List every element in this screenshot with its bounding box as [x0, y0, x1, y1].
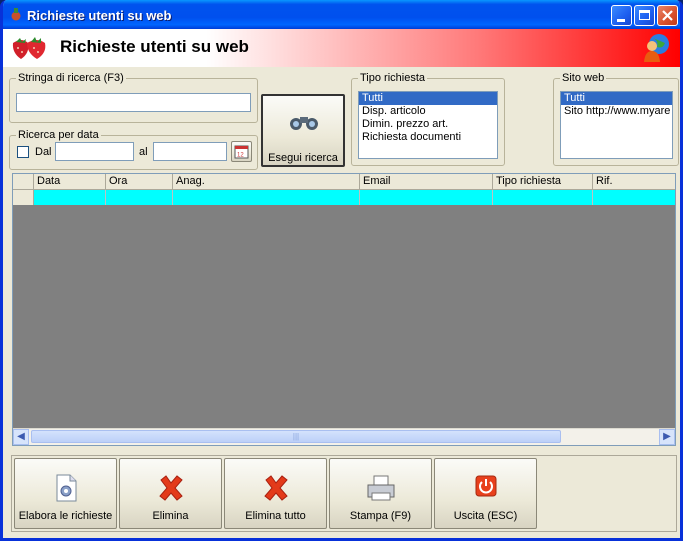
delete-all-label: Elimina tutto	[245, 510, 306, 522]
request-type-group-label: Tipo richiesta	[358, 72, 428, 84]
power-icon	[475, 475, 496, 497]
request-type-item-dimin-prezzo[interactable]: Dimin. prezzo art.	[359, 118, 497, 131]
cell-email[interactable]	[360, 190, 493, 205]
binoculars-icon	[290, 117, 318, 130]
column-header-ora[interactable]: Ora	[106, 174, 173, 189]
delete-label: Elimina	[152, 510, 189, 522]
print-label: Stampa (F9)	[349, 510, 412, 522]
request-type-item-disp-articolo[interactable]: Disp. articolo	[359, 105, 497, 118]
request-type-list[interactable]: Tutti Disp. articolo Dimin. prezzo art. …	[358, 91, 498, 159]
website-list[interactable]: Tutti Sito http://www.myare	[560, 91, 673, 159]
header-title: Richieste utenti su web	[60, 37, 249, 56]
column-header-email[interactable]: Email	[360, 174, 493, 189]
column-header-rif[interactable]: Rif.	[593, 174, 675, 189]
user-globe-icon	[644, 34, 669, 62]
date-search-group: Ricerca per data Dal al 12	[9, 129, 258, 170]
row-selector[interactable]	[13, 190, 34, 205]
app-icon	[11, 8, 21, 21]
minimize-button[interactable]	[611, 5, 632, 26]
maximize-button[interactable]	[634, 5, 655, 26]
scroll-left-button[interactable]: ◀	[13, 429, 29, 445]
action-bar: Elabora le richieste Elimina Elimina tut…	[11, 455, 677, 532]
cell-tipo-richiesta[interactable]	[493, 190, 593, 205]
search-input[interactable]	[16, 93, 251, 112]
calendar-icon: 12	[234, 145, 249, 159]
request-type-item-tutti[interactable]: Tutti	[359, 92, 497, 105]
column-header-anag[interactable]: Anag.	[173, 174, 360, 189]
website-item-site[interactable]: Sito http://www.myare	[561, 105, 672, 118]
header-banner: Richieste utenti su web	[3, 29, 680, 67]
delete-all-button[interactable]: Elimina tutto	[224, 458, 327, 529]
date-from-field[interactable]	[55, 142, 134, 161]
red-x-icon	[263, 475, 288, 501]
cell-anag[interactable]	[173, 190, 360, 205]
search-button[interactable]: Esegui ricerca	[261, 94, 345, 167]
column-header-tipo-richiesta[interactable]: Tipo richiesta	[493, 174, 593, 189]
request-type-item-richiesta-documenti[interactable]: Richiesta documenti	[359, 131, 497, 144]
table-row[interactable]	[13, 190, 675, 205]
cell-data[interactable]	[34, 190, 106, 205]
scroll-right-button[interactable]: ▶	[659, 429, 675, 445]
red-x-icon	[158, 475, 183, 501]
request-type-group: Tipo richiesta Tutti Disp. articolo Dimi…	[351, 72, 505, 166]
scroll-thumb[interactable]: |||	[31, 430, 561, 443]
svg-text:12: 12	[237, 153, 244, 159]
column-header-data[interactable]: Data	[34, 174, 106, 189]
grid-corner	[13, 174, 34, 189]
document-gear-icon	[56, 474, 76, 502]
title-bar[interactable]: Richieste utenti su web	[3, 0, 680, 29]
exit-button[interactable]: Uscita (ESC)	[434, 458, 537, 529]
cell-ora[interactable]	[106, 190, 173, 205]
to-label: al	[139, 146, 148, 158]
grid-header: Data Ora Anag. Email Tipo richiesta Rif.	[13, 174, 675, 190]
close-button[interactable]	[657, 5, 678, 26]
search-button-label: Esegui ricerca	[268, 152, 338, 164]
strawberry-icon	[12, 37, 46, 59]
date-to-field[interactable]	[153, 142, 227, 161]
requests-grid[interactable]: Data Ora Anag. Email Tipo richiesta Rif.…	[12, 173, 676, 446]
horizontal-scrollbar[interactable]: ◀ ||| ▶	[13, 428, 675, 445]
website-group-label: Sito web	[560, 72, 607, 84]
delete-button[interactable]: Elimina	[119, 458, 222, 529]
print-button[interactable]: Stampa (F9)	[329, 458, 432, 529]
website-group: Sito web Tutti Sito http://www.myare	[553, 72, 679, 166]
search-group: Stringa di ricerca (F3)	[9, 72, 258, 123]
exit-label: Uscita (ESC)	[453, 510, 518, 522]
window-title: Richieste utenti su web	[27, 8, 172, 23]
calendar-button[interactable]: 12	[231, 141, 252, 162]
cell-rif[interactable]	[593, 190, 675, 205]
main-window: Richieste utenti su web Richieste utenti…	[0, 0, 683, 541]
close-icon	[662, 10, 673, 21]
printer-icon	[367, 475, 394, 501]
date-search-group-label: Ricerca per data	[16, 129, 101, 141]
process-requests-label: Elabora le richieste	[18, 510, 113, 522]
process-requests-button[interactable]: Elabora le richieste	[14, 458, 117, 529]
search-group-label: Stringa di ricerca (F3)	[16, 72, 126, 84]
from-label: Dal	[35, 146, 52, 158]
date-filter-checkbox[interactable]	[17, 146, 29, 158]
website-item-tutti[interactable]: Tutti	[561, 92, 672, 105]
